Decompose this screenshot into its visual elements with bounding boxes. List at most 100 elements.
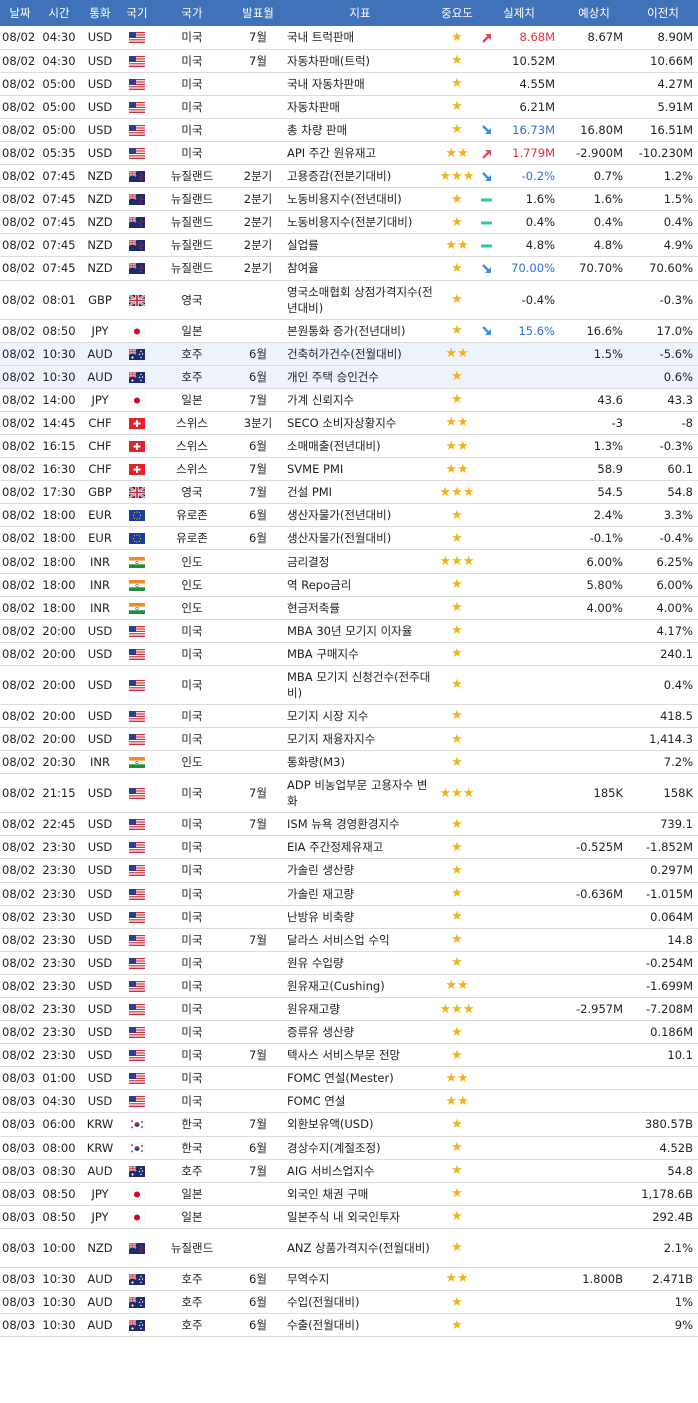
header-importance[interactable]: 중요도 [436, 0, 478, 26]
table-row[interactable]: 08/02 05:35 USD 미국 API 주간 원유재고 ★★ 1.779M -2.900… [0, 141, 698, 166]
row-indicator[interactable]: 참여율 [284, 256, 436, 281]
table-row[interactable]: 08/02 23:30 USD 미국 가솔린 생산량 ★ 0.297M [0, 858, 698, 883]
row-indicator[interactable]: API 주간 원유재고 [284, 141, 436, 166]
row-indicator[interactable]: 원유재고량 [284, 997, 436, 1022]
row-indicator[interactable]: 소매매출(전년대비) [284, 434, 436, 459]
header-flag[interactable]: 국기 [122, 0, 152, 26]
table-row[interactable]: 08/02 05:00 USD 미국 총 차량 판매 ★ 16.73M 16.80M 16.51… [0, 118, 698, 142]
row-indicator[interactable]: FOMC 연설(Mester) [284, 1066, 436, 1091]
table-row[interactable]: 08/02 20:00 USD 미국 MBA 구매지수 ★ 240.1 [0, 642, 698, 666]
table-row[interactable]: 08/03 10:30 AUD 호주 6월 수입(전월대비) ★ 1% [0, 1290, 698, 1315]
table-row[interactable]: 08/02 23:30 USD 미국 EIA 주간정제유재고 ★ -0.525M -1.852… [0, 835, 698, 860]
table-row[interactable]: 08/02 20:00 USD 미국 모기지 재융자지수 ★ 1,414.3 [0, 727, 698, 752]
row-indicator[interactable]: 무역수지 [284, 1267, 436, 1292]
table-row[interactable]: 08/02 23:30 USD 미국 증류유 생산량 ★ 0.186M [0, 1020, 698, 1045]
row-indicator[interactable]: 텍사스 서비스부문 전망 [284, 1043, 436, 1068]
table-row[interactable]: 08/03 04:30 USD 미국 FOMC 연설 ★★ [0, 1089, 698, 1114]
row-indicator[interactable]: 노동비용지수(전분기대비) [284, 210, 436, 235]
table-row[interactable]: 08/02 07:45 NZD 뉴질랜드 2분기 참여율 ★ 70.00% 70.70% 70.6… [0, 256, 698, 281]
table-row[interactable]: 08/02 04:30 USD 미국 7월 자동차판매(트럭) ★ 10.52M 10.66M [0, 49, 698, 73]
row-indicator[interactable]: 실업률 [284, 233, 436, 258]
table-row[interactable]: 08/02 14:00 JPY 일본 7월 가계 신뢰지수 ★ 43.6 43.3 [0, 388, 698, 412]
table-row[interactable]: 08/02 08:50 JPY 일본 본원통화 증가(전년대비) ★ 15.6% 16.6% 1… [0, 319, 698, 343]
row-indicator[interactable]: 수입(전월대비) [284, 1290, 436, 1315]
table-row[interactable]: 08/02 23:30 USD 미국 원유 수입량 ★ -0.254M [0, 951, 698, 975]
row-indicator[interactable]: ANZ 상품가격지수(전월대비) [284, 1228, 436, 1268]
row-indicator[interactable]: MBA 구매지수 [284, 642, 436, 666]
table-row[interactable]: 08/02 07:45 NZD 뉴질랜드 2분기 노동비용지수(전분기대비) ★ 0.4% 0.… [0, 210, 698, 235]
row-indicator[interactable]: 가솔린 생산량 [284, 858, 436, 883]
row-indicator[interactable]: 개인 주택 승인건수 [284, 365, 436, 389]
row-indicator[interactable]: SVME PMI [284, 457, 436, 482]
table-row[interactable]: 08/02 07:45 NZD 뉴질랜드 2분기 고용증감(전분기대비) ★★★ -0.2% 0… [0, 164, 698, 189]
row-indicator[interactable]: MBA 30년 모기지 이자율 [284, 619, 436, 643]
row-indicator[interactable]: 건설 PMI [284, 480, 436, 505]
row-indicator[interactable]: 원유재고(Cushing) [284, 974, 436, 998]
table-row[interactable]: 08/02 18:00 INR 인도 현금저축률 ★ 4.00% 4.00% [0, 596, 698, 620]
header-actual[interactable]: 실제치 [478, 0, 560, 26]
row-indicator[interactable]: 모기지 재융자지수 [284, 727, 436, 752]
table-row[interactable]: 08/02 08:01 GBP 영국 영국소매협회 상점가격지수(전년대비) ★ -0.4%… [0, 280, 698, 320]
row-indicator[interactable]: 건축허가건수(전월대비) [284, 342, 436, 366]
table-row[interactable]: 08/02 18:00 EUR 유로존 6월 생산자물가(전월대비) ★ -0.1% -0.4% [0, 526, 698, 551]
row-indicator[interactable]: 현금저축률 [284, 596, 436, 620]
row-indicator[interactable]: 생산자물가(전월대비) [284, 526, 436, 551]
row-indicator[interactable]: 수출(전월대비) [284, 1313, 436, 1338]
row-indicator[interactable]: SECO 소비자상황지수 [284, 411, 436, 436]
table-row[interactable]: 08/02 23:30 USD 미국 7월 텍사스 서비스부문 전망 ★ 10.1 [0, 1043, 698, 1068]
row-indicator[interactable]: 자동차판매 [284, 95, 436, 119]
table-row[interactable]: 08/02 10:30 AUD 호주 6월 개인 주택 승인건수 ★ 0.6% [0, 365, 698, 389]
table-row[interactable]: 08/02 17:30 GBP 영국 7월 건설 PMI ★★★ 54.5 54.8 [0, 480, 698, 505]
row-indicator[interactable]: 증류유 생산량 [284, 1020, 436, 1045]
row-indicator[interactable]: 가솔린 재고량 [284, 882, 436, 906]
table-row[interactable]: 08/02 23:30 USD 미국 가솔린 재고량 ★ -0.636M -1.015M [0, 882, 698, 906]
table-row[interactable]: 08/02 16:30 CHF 스위스 7월 SVME PMI ★★ 58.9 60.1 [0, 457, 698, 482]
row-indicator[interactable]: 외환보유액(USD) [284, 1112, 436, 1137]
row-indicator[interactable]: AIG 서비스업지수 [284, 1159, 436, 1183]
header-previous[interactable]: 이전치 [628, 0, 698, 26]
row-indicator[interactable]: 달라스 서비스업 수익 [284, 928, 436, 952]
row-indicator[interactable]: 국내 트럭판매 [284, 26, 436, 50]
row-indicator[interactable]: FOMC 연설 [284, 1089, 436, 1114]
header-currency[interactable]: 통화 [78, 0, 122, 26]
table-row[interactable]: 08/02 05:00 USD 미국 자동차판매 ★ 6.21M 5.91M [0, 95, 698, 119]
row-indicator[interactable]: 일본주식 내 외국인투자 [284, 1205, 436, 1229]
row-indicator[interactable]: 국내 자동차판매 [284, 72, 436, 96]
table-row[interactable]: 08/03 01:00 USD 미국 FOMC 연설(Mester) ★★ [0, 1066, 698, 1091]
table-row[interactable]: 08/03 08:50 JPY 일본 외국인 채권 구매 ★ 1,178.6B [0, 1182, 698, 1206]
table-row[interactable]: 08/02 23:30 USD 미국 원유재고량 ★★★ -2.957M -7.208M [0, 997, 698, 1022]
table-row[interactable]: 08/02 20:00 USD 미국 모기지 시장 지수 ★ 418.5 [0, 704, 698, 729]
table-row[interactable]: 08/02 20:30 INR 인도 통화량(M3) ★ 7.2% [0, 750, 698, 775]
table-row[interactable]: 08/02 07:45 NZD 뉴질랜드 2분기 노동비용지수(전년대비) ★ 1.6% 1.6… [0, 187, 698, 212]
table-row[interactable]: 08/03 06:00 KRW 한국 7월 외환보유액(USD) ★ 380.57B [0, 1112, 698, 1137]
table-row[interactable]: 08/02 23:30 USD 미국 난방유 비축량 ★ 0.064M [0, 905, 698, 929]
row-indicator[interactable]: 총 차량 판매 [284, 118, 436, 142]
table-row[interactable]: 08/02 05:00 USD 미국 국내 자동차판매 ★ 4.55M 4.27M [0, 72, 698, 96]
table-row[interactable]: 08/03 08:30 AUD 호주 7월 AIG 서비스업지수 ★ 54.8 [0, 1159, 698, 1183]
table-row[interactable]: 08/02 20:00 USD 미국 MBA 모기지 신청건수(전주대비) ★ 0.4% [0, 665, 698, 705]
table-row[interactable]: 08/03 10:30 AUD 호주 6월 수출(전월대비) ★ 9% [0, 1313, 698, 1338]
row-indicator[interactable]: 통화량(M3) [284, 750, 436, 775]
table-row[interactable]: 08/03 08:00 KRW 한국 6월 경상수지(계절조정) ★ 4.52B [0, 1136, 698, 1160]
row-indicator[interactable]: 역 Repo금리 [284, 573, 436, 597]
table-row[interactable]: 08/02 21:15 USD 미국 7월 ADP 비농업부문 고용자수 변화 ★★★ 185… [0, 773, 698, 814]
row-indicator[interactable]: 경상수지(계절조정) [284, 1136, 436, 1160]
header-period[interactable]: 발표월 [232, 0, 284, 26]
row-indicator[interactable]: 외국인 채권 구매 [284, 1182, 436, 1206]
row-indicator[interactable]: 본원통화 증가(전년대비) [284, 319, 436, 343]
table-row[interactable]: 08/02 18:00 EUR 유로존 6월 생산자물가(전년대비) ★ 2.4% 3.3% [0, 503, 698, 528]
header-indicator[interactable]: 지표 [284, 0, 436, 26]
row-indicator[interactable]: 모기지 시장 지수 [284, 704, 436, 729]
table-row[interactable]: 08/02 18:00 INR 인도 금리결정 ★★★ 6.00% 6.25% [0, 549, 698, 574]
row-indicator[interactable]: MBA 모기지 신청건수(전주대비) [284, 665, 436, 705]
row-indicator[interactable]: 난방유 비축량 [284, 905, 436, 929]
table-row[interactable]: 08/02 16:15 CHF 스위스 6월 소매매출(전년대비) ★★ 1.3% -0.3% [0, 434, 698, 459]
row-indicator[interactable]: ADP 비농업부문 고용자수 변화 [284, 773, 436, 814]
row-indicator[interactable]: 자동차판매(트럭) [284, 49, 436, 73]
table-row[interactable]: 08/02 04:30 USD 미국 7월 국내 트럭판매 ★ 8.68M 8.67M 8.90M [0, 26, 698, 50]
table-row[interactable]: 08/03 10:30 AUD 호주 6월 무역수지 ★★ 1.800B 2.471B [0, 1267, 698, 1292]
header-date[interactable]: 날짜 [0, 0, 40, 26]
header-forecast[interactable]: 예상치 [560, 0, 628, 26]
header-country[interactable]: 국가 [152, 0, 232, 26]
table-row[interactable]: 08/02 18:00 INR 인도 역 Repo금리 ★ 5.80% 6.00% [0, 573, 698, 597]
